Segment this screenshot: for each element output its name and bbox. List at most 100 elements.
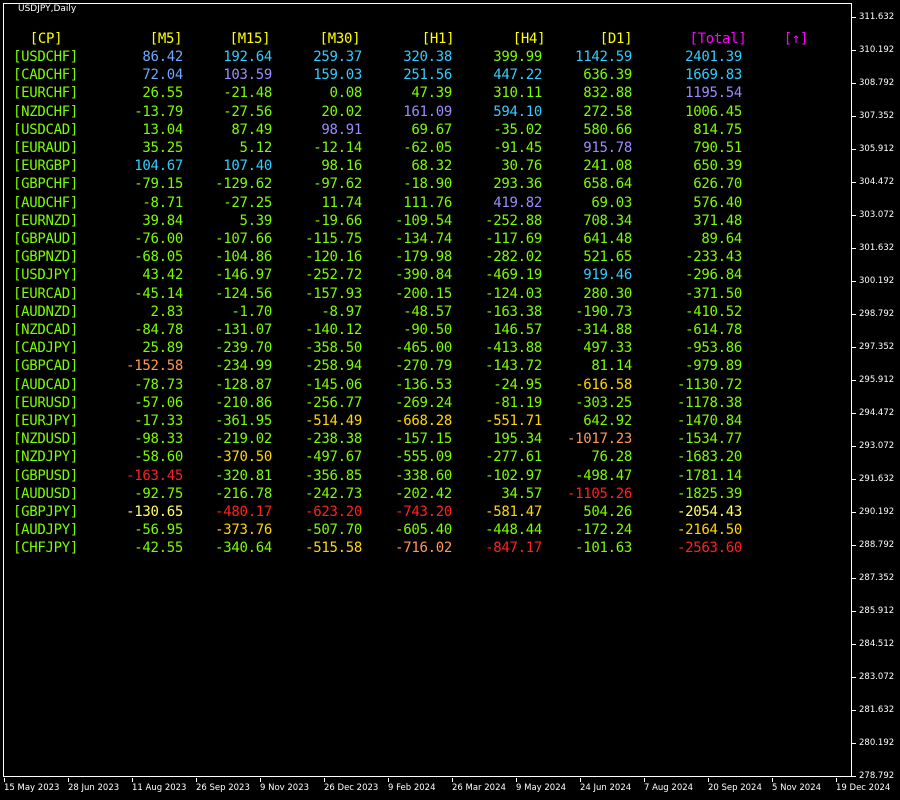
strength-value: -200.15	[395, 286, 452, 302]
currency-pair-label: [EURNZD]	[13, 213, 79, 229]
strength-value: -107.66	[215, 231, 272, 247]
strength-value: 26.55	[142, 85, 183, 101]
time-tick	[708, 778, 709, 782]
total-strength-value: -1683.20	[676, 449, 742, 465]
strength-value: -507.70	[305, 522, 362, 538]
total-strength-value: -1470.84	[676, 413, 742, 429]
strength-value: -581.47	[485, 504, 542, 520]
total-strength-value: 89.64	[701, 231, 742, 247]
currency-pair-label: [GBPNZD]	[13, 249, 79, 265]
time-tick	[452, 778, 453, 782]
total-strength-value: -2164.50	[676, 522, 742, 538]
strength-value: -413.88	[485, 340, 542, 356]
strength-value: -101.63	[575, 540, 632, 556]
currency-pair-label: [USDJPY]	[13, 267, 79, 283]
strength-value: -361.95	[215, 413, 272, 429]
currency-pair-label: [EURAUD]	[13, 140, 79, 156]
price-tick	[852, 17, 856, 18]
currency-pair-label: [NZDUSD]	[13, 431, 79, 447]
strength-value: 636.39	[583, 67, 632, 83]
price-tick	[852, 347, 856, 348]
strength-value: -282.02	[485, 249, 542, 265]
time-label: 19 Dec 2024	[836, 783, 891, 793]
price-label: 281.632	[859, 705, 895, 715]
price-tick	[852, 182, 856, 183]
strength-value: -45.14	[134, 286, 183, 302]
currency-pair-label: [GBPCHF]	[13, 176, 79, 192]
strength-value: 0.08	[329, 85, 362, 101]
strength-value: -555.09	[395, 449, 452, 465]
strength-value: 919.46	[583, 267, 632, 283]
strength-value: -498.47	[575, 468, 632, 484]
price-axis[interactable]: 311.632 310.192 308.792 307.352 305.912 304.4…	[852, 0, 900, 781]
price-label: 300.192	[859, 276, 895, 286]
time-label: 9 Nov 2023	[260, 783, 310, 793]
strength-value: 34.57	[501, 486, 542, 502]
time-tick	[644, 778, 645, 782]
price-tick	[852, 611, 856, 612]
time-label: 5 Nov 2024	[772, 783, 822, 793]
strength-value: 1142.59	[575, 49, 632, 65]
strength-value: -124.56	[215, 286, 272, 302]
strength-value: 195.34	[493, 431, 542, 447]
strength-value: 5.12	[239, 140, 272, 156]
time-label: 26 Sep 2023	[196, 783, 250, 793]
currency-pair-label: [AUDCAD]	[13, 377, 79, 393]
strength-value: -152.58	[126, 358, 183, 374]
strength-value: 72.04	[142, 67, 183, 83]
total-strength-value: -371.50	[685, 286, 742, 302]
price-label: 288.792	[859, 540, 895, 550]
price-tick	[852, 50, 856, 51]
time-axis[interactable]: 15 May 2023 28 Jun 2023 11 Aug 2023 26 Sep …	[0, 778, 890, 800]
time-label: 28 Jun 2023	[68, 783, 120, 793]
price-label: 298.792	[859, 309, 895, 319]
strength-value: -120.16	[305, 249, 362, 265]
strength-value: 43.42	[142, 267, 183, 283]
currency-pair-label: [GBPAUD]	[13, 231, 79, 247]
strength-value: 47.39	[411, 85, 452, 101]
price-label: 291.632	[859, 474, 895, 484]
strength-value: -551.71	[485, 413, 542, 429]
strength-value: 87.49	[231, 122, 272, 138]
strength-value: -35.02	[493, 122, 542, 138]
strength-value: -128.87	[215, 377, 272, 393]
currency-pair-label: [EURJPY]	[13, 413, 79, 429]
strength-value: 25.89	[142, 340, 183, 356]
strength-value: -390.84	[395, 267, 452, 283]
strength-value: 86.42	[142, 49, 183, 65]
strength-value: -1017.23	[566, 431, 632, 447]
strength-value: 447.22	[493, 67, 542, 83]
strength-value: -145.06	[305, 377, 362, 393]
strength-value: -847.17	[485, 540, 542, 556]
price-tick	[852, 413, 856, 414]
strength-value: -277.61	[485, 449, 542, 465]
strength-value: -202.42	[395, 486, 452, 502]
price-label: 294.472	[859, 408, 895, 418]
strength-value: -239.70	[215, 340, 272, 356]
strength-value: -358.50	[305, 340, 362, 356]
strength-value: -109.54	[395, 213, 452, 229]
strength-value: -1.70	[231, 304, 272, 320]
column-header: [CP]	[29, 31, 63, 47]
strength-value: -179.98	[395, 249, 452, 265]
price-tick	[852, 710, 856, 711]
strength-value: 310.11	[493, 85, 542, 101]
currency-pair-label: [EURGBP]	[13, 158, 79, 174]
price-tick	[852, 545, 856, 546]
strength-value: 708.34	[583, 213, 632, 229]
strength-value: -314.88	[575, 322, 632, 338]
chart-title: USDJPY,Daily	[18, 4, 77, 14]
price-tick	[852, 644, 856, 645]
strength-value: 107.40	[223, 158, 272, 174]
currency-pair-label: [NZDJPY]	[13, 449, 79, 465]
time-label: 9 May 2024	[516, 783, 567, 793]
chart-window[interactable]: USDJPY,Daily [CP] [M5] [M15] [M30] [H1] [H4] […	[0, 0, 900, 800]
strength-value: -340.64	[215, 540, 272, 556]
strength-value: -157.15	[395, 431, 452, 447]
strength-value: 159.03	[313, 67, 362, 83]
price-tick	[852, 512, 856, 513]
total-strength-value: -979.89	[685, 358, 742, 374]
strength-value: 69.67	[411, 122, 452, 138]
time-tick	[388, 778, 389, 782]
total-strength-value: -1781.14	[676, 468, 742, 484]
